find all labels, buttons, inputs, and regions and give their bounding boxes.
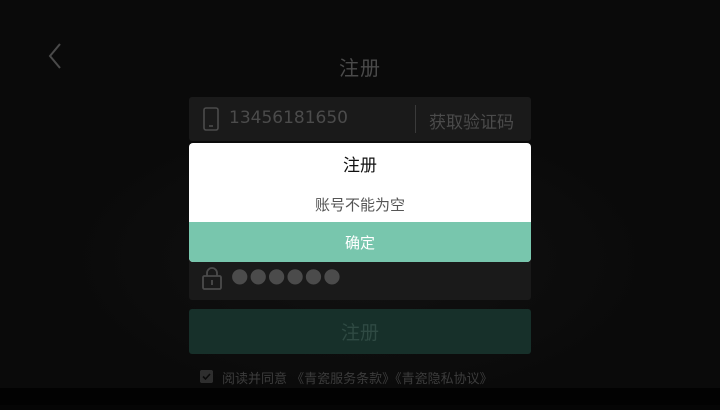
checkbox-icon[interactable] [200, 370, 213, 383]
phone-input[interactable]: 13456181650 [229, 108, 348, 128]
dialog-title: 注册 [343, 156, 377, 176]
confirm-button[interactable]: 确定 [189, 222, 531, 262]
phone-icon [203, 107, 219, 131]
alert-dialog: 注册 账号不能为空 确定 [189, 143, 531, 262]
bottom-strip [0, 388, 720, 405]
lock-icon [202, 267, 222, 290]
agreement-text[interactable]: 阅读并同意 《青瓷服务条款》《青瓷隐私协议》 [222, 368, 493, 387]
password-field[interactable]: ●●●●●● [189, 256, 531, 300]
phone-field[interactable]: 13456181650 获取验证码 [189, 97, 531, 141]
register-button[interactable]: 注册 [189, 309, 531, 354]
page-title: 注册 [339, 56, 381, 80]
field-divider [415, 105, 416, 133]
get-code-button[interactable]: 获取验证码 [429, 108, 514, 133]
dialog-message: 账号不能为空 [314, 196, 405, 214]
password-input[interactable]: ●●●●●● [231, 263, 342, 287]
